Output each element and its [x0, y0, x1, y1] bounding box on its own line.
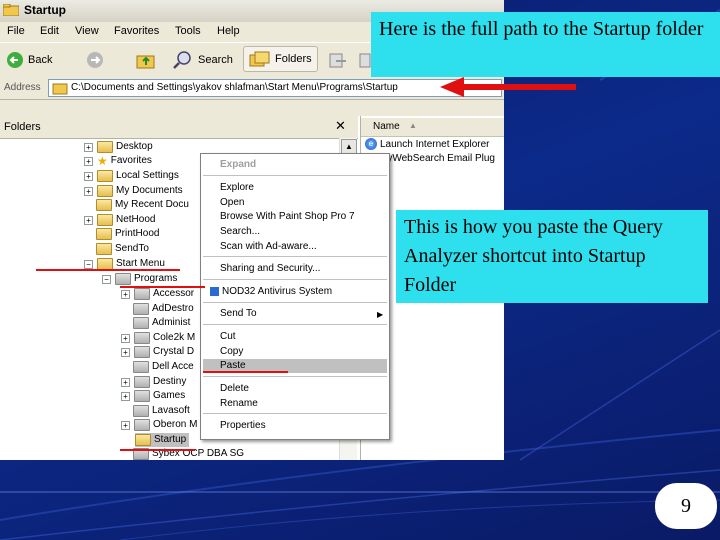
tree-item[interactable]: Administ	[133, 316, 190, 330]
menu-item-cut[interactable]: Cut	[220, 330, 236, 343]
menu-view[interactable]: View	[75, 25, 99, 37]
tree-item[interactable]: AdDestro	[133, 302, 194, 316]
nod32-icon	[210, 286, 219, 296]
tree-item[interactable]: − Start Menu	[84, 257, 165, 271]
tree-item[interactable]: + ★ Favorites	[84, 154, 152, 168]
folders-pane-header: Folders ✕	[0, 116, 358, 139]
tree-item[interactable]: + Cole2k M	[121, 331, 195, 345]
menu-item-expand[interactable]: Expand	[220, 158, 256, 171]
callout-paste: This is how you paste the Query Analyzer…	[396, 210, 708, 303]
back-button[interactable]: Back	[6, 51, 52, 69]
tree-item[interactable]: + Local Settings	[84, 169, 179, 183]
internet-explorer-icon: e	[365, 138, 377, 150]
tree-item[interactable]: + Destiny	[121, 375, 186, 389]
tree-item[interactable]: + Games	[121, 389, 185, 403]
tree-item[interactable]: − Programs	[102, 272, 177, 286]
menu-help[interactable]: Help	[217, 25, 240, 37]
tree-item[interactable]: + Accessor	[121, 287, 194, 301]
copy-to-button[interactable]	[358, 51, 372, 69]
back-arrow-icon	[7, 52, 23, 68]
tree-item[interactable]: PrintHood	[96, 227, 159, 241]
tree-item[interactable]: SendTo	[96, 242, 149, 256]
tree-item[interactable]: My Recent Docu	[96, 198, 189, 212]
menu-item-paste[interactable]: Paste	[220, 359, 246, 372]
tree-item[interactable]: Dell Acce	[133, 360, 194, 374]
move-to-icon	[329, 53, 346, 68]
star-icon: ★	[97, 154, 108, 168]
address-field[interactable]: C:\Documents and Settings\yakov shlafman…	[48, 79, 502, 97]
move-to-button[interactable]	[328, 51, 348, 69]
address-value: C:\Documents and Settings\yakov shlafman…	[71, 82, 398, 93]
sort-asc-icon: ▲	[409, 121, 417, 130]
back-label: Back	[28, 54, 53, 66]
up-folder-button[interactable]	[136, 51, 156, 69]
list-item[interactable]: MyWebSearch Email Plug	[379, 153, 495, 164]
menu-item-explore[interactable]: Explore	[220, 181, 254, 194]
menu-item-nod32[interactable]: NOD32 Antivirus System	[210, 285, 332, 298]
submenu-arrow-icon: ▶	[377, 310, 384, 319]
menu-item-properties[interactable]: Properties	[220, 419, 266, 432]
copy-to-icon	[359, 53, 371, 68]
folders-label: Folders	[275, 53, 312, 65]
menu-item-copy[interactable]: Copy	[220, 345, 243, 358]
folders-button[interactable]: Folders	[243, 46, 318, 72]
folder-icon	[52, 83, 68, 95]
menu-tools[interactable]: Tools	[175, 25, 201, 37]
forward-arrow-icon	[87, 52, 103, 68]
folder-icon	[3, 4, 19, 16]
search-button[interactable]: Search	[172, 50, 233, 70]
menu-item-rename[interactable]: Rename	[220, 397, 258, 410]
menu-item-browse-paint-shop[interactable]: Browse With Paint Shop Pro 7	[220, 210, 355, 223]
tree-item[interactable]: + My Documents	[84, 184, 183, 198]
menu-item-scan-ad-aware[interactable]: Scan with Ad-aware...	[220, 240, 317, 253]
list-item[interactable]: e Launch Internet Explorer	[365, 138, 490, 150]
context-menu: Expand Explore Open Browse With Paint Sh…	[200, 153, 390, 440]
up-folder-icon	[136, 55, 155, 69]
column-header-name[interactable]: Name ▲	[361, 118, 504, 137]
tree-item-startup[interactable]: Startup	[135, 433, 190, 447]
window-title: Startup	[24, 3, 66, 17]
close-icon[interactable]: ✕	[335, 118, 346, 134]
page-number: 9	[655, 483, 717, 529]
folders-pane-title: Folders	[4, 121, 41, 133]
address-label: Address	[4, 82, 41, 93]
menu-item-search[interactable]: Search...	[220, 225, 260, 238]
menu-item-send-to[interactable]: Send To	[220, 307, 257, 320]
scroll-up-icon[interactable]: ▲	[341, 139, 357, 154]
tree-item[interactable]: + NetHood	[84, 213, 155, 227]
menu-favorites[interactable]: Favorites	[114, 25, 159, 37]
tree-item[interactable]: Lavasoft	[133, 404, 190, 418]
tree-item[interactable]: + Desktop	[84, 140, 153, 154]
search-label: Search	[198, 54, 233, 66]
tree-item[interactable]: + Oberon M	[121, 418, 197, 432]
menu-item-open[interactable]: Open	[220, 196, 244, 209]
menu-edit[interactable]: Edit	[40, 25, 59, 37]
folders-icon	[249, 51, 270, 67]
menu-item-sharing-security[interactable]: Sharing and Security...	[220, 262, 320, 275]
menu-file[interactable]: File	[7, 25, 25, 37]
forward-button[interactable]	[86, 51, 108, 69]
search-icon	[173, 51, 191, 69]
address-bar: Address C:\Documents and Settings\yakov …	[0, 77, 504, 100]
tree-item[interactable]: Sybex OCP DBA SG	[133, 447, 244, 460]
callout-path: Here is the full path to the Startup fol…	[371, 12, 720, 77]
menu-item-delete[interactable]: Delete	[220, 382, 249, 395]
tree-item[interactable]: + Crystal D	[121, 345, 194, 359]
